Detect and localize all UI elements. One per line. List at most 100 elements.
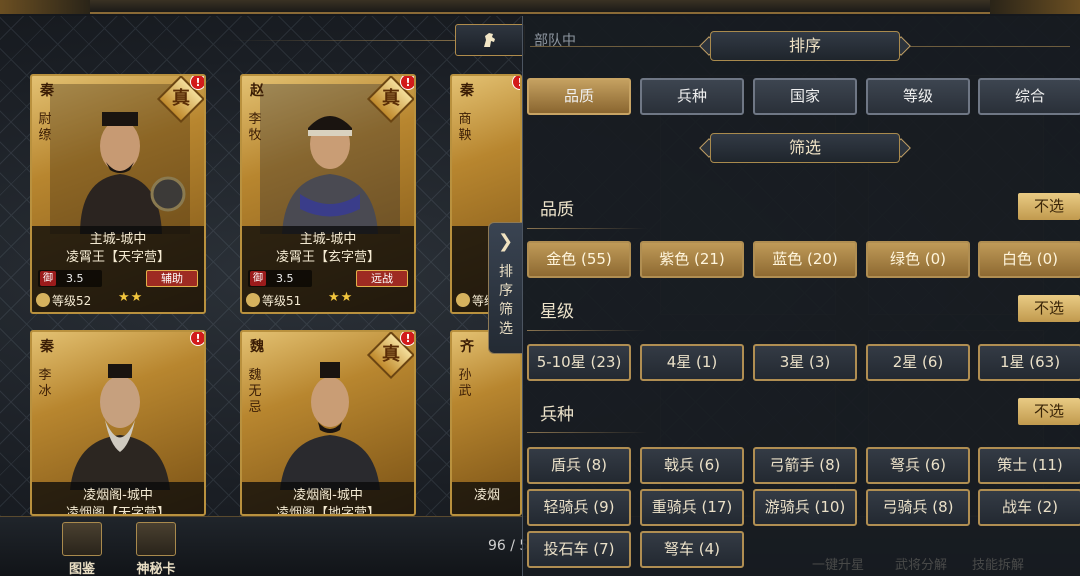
filter-option[interactable]: 金色 (55) [527,241,631,278]
codex-button[interactable]: 图鉴 [52,522,112,576]
filter-option[interactable]: 弩车 (4) [640,531,744,568]
deselect-quality-button[interactable]: 不选 [1018,193,1080,220]
filter-option[interactable]: 弩兵 (6) [866,447,970,484]
filter-group-label: 星级 [540,302,574,322]
logo-corner [0,0,90,14]
defense-value: 御 3.5 [248,270,312,287]
chevron-right-icon: ❯ [498,231,514,252]
hero-portrait [70,364,170,490]
horse-icon [484,33,495,47]
filter-option[interactable]: 紫色 (21) [640,241,744,278]
sort-tab-troop[interactable]: 兵种 [640,78,744,115]
filter-option[interactable]: 投石车 (7) [527,531,631,568]
horse-tab[interactable] [455,24,525,56]
army-line: 凌烟阁【天字营】 [65,506,170,516]
sort-tab-quality[interactable]: 品质 [527,78,631,115]
filter-option[interactable]: 白色 (0) [978,241,1080,278]
filter-group-label: 兵种 [540,405,574,425]
nation-label: 齐 [460,339,474,355]
divider [527,228,647,229]
star-rating: ★★ [118,290,144,305]
hero-name: 李牧 [248,112,262,143]
filter-option[interactable]: 戟兵 (6) [640,447,744,484]
hero-card[interactable]: 秦 尉缭 真 ! 主城-城中 凌霄王【天字营】 御 3.5 辅助 等级52 ★★ [30,74,206,314]
card-icon [136,522,176,556]
ghost-action: 武将分解 [895,558,948,573]
filter-option[interactable]: 1星 (63) [978,344,1080,381]
nation-label: 秦 [40,339,54,355]
filter-option[interactable]: 游骑兵 (10) [753,489,857,526]
filter-option[interactable]: 轻骑兵 (9) [527,489,631,526]
location-line: 凌烟 [473,488,500,503]
divider [910,46,1070,47]
top-bar [0,0,1080,14]
ghost-action: 一键升星 [812,558,865,573]
filter-option[interactable]: 绿色 (0) [866,241,970,278]
location-line: 凌烟阁-城中 [293,488,363,503]
sort-filter-toggle[interactable]: ❯ 排序筛选 [488,222,522,354]
hero-name: 李冰 [38,368,52,399]
filter-option[interactable]: 策士 (11) [978,447,1080,484]
top-right-corner [990,0,1080,14]
filter-header: 筛选 [699,133,911,163]
defense-value: 御 3.5 [38,270,102,287]
filter-option[interactable]: 蓝色 (20) [753,241,857,278]
hero-card[interactable]: 秦 李冰 ! 凌烟阁-城中 凌烟阁【天字营】 [30,330,206,516]
sort-title: 排序 [710,31,900,61]
filter-group-label: 品质 [540,200,574,220]
hero-card[interactable]: 魏 魏无忌 真 ! 凌烟阁-城中 凌烟阁【地字营】 [240,330,416,516]
hero-card[interactable]: 赵 李牧 真 ! 主城-城中 凌霄王【玄字营】 御 3.5 远战 等级51 ★★ [240,74,416,314]
sort-tab-level[interactable]: 等级 [866,78,970,115]
filter-option[interactable]: 弓箭手 (8) [753,447,857,484]
nation-label: 秦 [40,83,54,99]
filter-option[interactable]: 3星 (3) [753,344,857,381]
hero-name: 魏无忌 [248,368,262,415]
nation-label: 秦 [460,83,474,99]
hero-card[interactable]: 齐 孙武 凌烟 [450,330,522,516]
panel-subtitle: 部队中 [534,33,576,49]
nation-label: 魏 [250,339,264,355]
codex-label: 图鉴 [68,562,95,576]
deselect-stars-button[interactable]: 不选 [1018,295,1080,322]
sort-tab-nation[interactable]: 国家 [753,78,857,115]
divider [527,330,647,331]
filter-title: 筛选 [710,133,900,163]
hero-name: 孙武 [458,368,472,399]
role-badge: 辅助 [146,270,198,287]
sort-tab-overall[interactable]: 综合 [978,78,1080,115]
filter-option[interactable]: 2星 (6) [866,344,970,381]
deselect-troop-button[interactable]: 不选 [1018,398,1080,425]
sort-header: 排序 [699,31,911,61]
alert-icon: ! [190,332,204,346]
alert-icon: ! [400,332,414,346]
alert-icon: ! [512,76,520,90]
nation-label: 赵 [250,83,264,99]
alert-icon: ! [190,76,204,90]
mystery-card-button[interactable]: 神秘卡 [126,522,186,576]
location-line: 主城-城中 [299,232,357,247]
divider [530,46,700,47]
filter-option[interactable]: 5-10星 (23) [527,344,631,381]
army-line: 凌霄王【天字营】 [65,250,170,265]
filter-option[interactable]: 盾兵 (8) [527,447,631,484]
filter-option[interactable]: 重骑兵 (17) [640,489,744,526]
ghost-action: 技能拆解 [972,558,1025,573]
location-line: 凌烟阁-城中 [83,488,153,503]
hero-name: 商鞅 [458,112,472,143]
level-label: 等级51 [246,292,301,309]
filter-option[interactable]: 战车 (2) [978,489,1080,526]
filter-option[interactable]: 弓骑兵 (8) [866,489,970,526]
level-label: 等级52 [36,292,91,309]
filter-option[interactable]: 4星 (1) [640,344,744,381]
alert-icon: ! [400,76,414,90]
army-line: 凌烟阁【地字营】 [275,506,380,516]
sort-filter-label: 排序筛选 [499,264,513,337]
location-line: 主城-城中 [89,232,147,247]
star-rating: ★★ [328,290,354,305]
header-divider-left [230,40,455,41]
divider [527,432,647,433]
role-badge: 远战 [356,270,408,287]
hero-name: 尉缭 [38,112,52,143]
mystery-card-label: 神秘卡 [136,562,176,576]
book-icon [62,522,102,556]
